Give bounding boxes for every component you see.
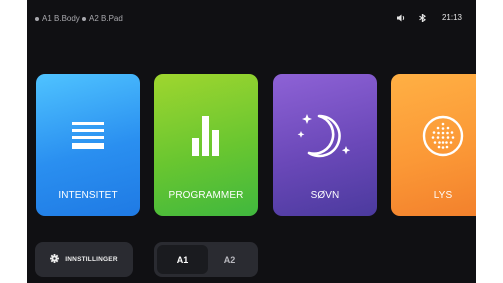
- tile-label: LYS: [433, 190, 453, 201]
- device-selector: A1 A2: [154, 242, 258, 277]
- menu-lines-icon: [36, 116, 140, 156]
- status-bar: A1 B.Body A2 B.Pad 21:13: [27, 0, 476, 30]
- light-dots-icon: [391, 115, 476, 157]
- connection-dot-icon: [82, 16, 86, 21]
- connection-dot-icon: [35, 16, 39, 21]
- device-label: A2 B.Pad: [89, 14, 123, 23]
- intensity-tile[interactable]: INTENSITET: [36, 74, 140, 216]
- status-right-group: 21:13: [396, 13, 462, 22]
- sleep-tile[interactable]: SØVN: [273, 74, 377, 216]
- device-indicator-a1: A1 B.Body: [35, 14, 80, 23]
- device-option-a1[interactable]: A1: [157, 245, 208, 274]
- clock: 21:13: [441, 13, 462, 22]
- speaker-icon: [396, 14, 406, 22]
- light-tile[interactable]: LYS: [391, 74, 476, 216]
- bluetooth-icon: [419, 13, 428, 22]
- device-label: A1 B.Body: [42, 14, 80, 23]
- programs-tile[interactable]: PROGRAMMER: [154, 74, 258, 216]
- tile-label: INTENSITET: [58, 190, 118, 201]
- bar-chart-icon: [154, 116, 258, 156]
- moon-stars-icon: [273, 114, 377, 158]
- gear-icon: [50, 254, 65, 265]
- settings-label: INNSTILLINGER: [65, 256, 118, 263]
- tile-label: PROGRAMMER: [168, 190, 244, 201]
- settings-button[interactable]: INNSTILLINGER: [35, 242, 133, 277]
- tile-label: SØVN: [310, 190, 340, 201]
- device-option-a2[interactable]: A2: [204, 245, 255, 274]
- device-screen: A1 B.Body A2 B.Pad 21:13 INTENSITET PROG…: [27, 0, 476, 283]
- device-indicator-a2: A2 B.Pad: [82, 14, 123, 23]
